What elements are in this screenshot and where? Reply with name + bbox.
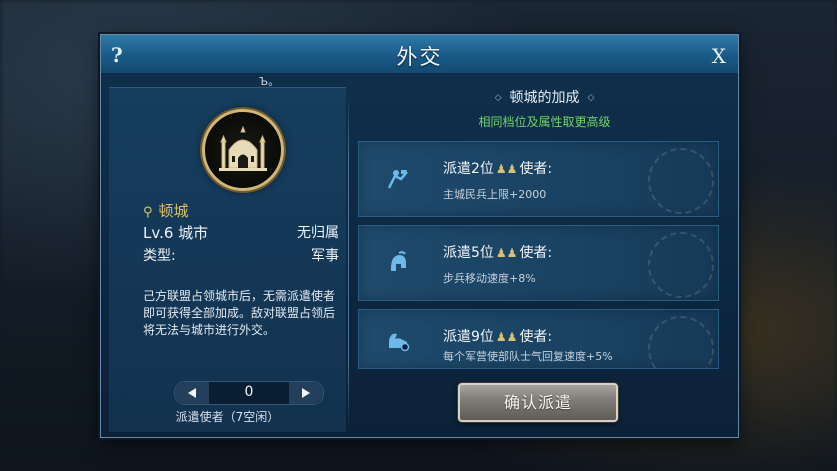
- bonus-title: 派遣9位 ♟♟ 使者:: [443, 326, 552, 346]
- bonus-description: 每个军营使部队士气回复速度+5%: [443, 350, 613, 363]
- bonus-title: 派遣5位 ♟♟ 使者:: [443, 242, 552, 262]
- diamond-left-icon: ◇: [494, 93, 502, 103]
- decrement-button[interactable]: [175, 382, 209, 404]
- triangle-right-icon: [302, 388, 310, 398]
- title-bar: ? 外交 X: [101, 35, 738, 74]
- bonus-title-suffix: 使者:: [519, 245, 553, 261]
- bonus-header: ◇ 顿城的加成 ◇: [351, 87, 738, 107]
- infantry-helmet-icon: [385, 250, 411, 276]
- bonus-card-tier-3: 派遣9位 ♟♟ 使者: 每个军营使部队士气回复速度+5%: [358, 309, 719, 369]
- envoy-group-icon: ♟♟: [495, 246, 518, 260]
- diplomacy-dialog: ? 外交 X Ъ。 ⚲ 顿城 Lv.6 城市 无归属 类型: 军事 己方联盟占领…: [100, 34, 739, 438]
- type-value: 军事: [311, 248, 339, 264]
- bonus-header-text: 顿城的加成: [509, 90, 580, 106]
- bonus-card-tier-2: 派遣5位 ♟♟ 使者: 步兵移动速度+8%: [358, 225, 719, 301]
- level-row: Lv.6 城市 无归属: [143, 222, 339, 243]
- bonus-subheader: 相同档位及属性取更高级: [478, 115, 611, 129]
- diamond-right-icon: ◇: [587, 93, 595, 103]
- dialog-title: 外交: [396, 45, 443, 69]
- bonus-title-suffix: 使者:: [519, 161, 553, 177]
- bonus-title: 派遣2位 ♟♟ 使者:: [443, 158, 552, 178]
- bonus-title-prefix: 派遣9位: [443, 329, 494, 345]
- decor-sun-icon: [648, 232, 714, 298]
- type-label: 类型:: [143, 248, 176, 264]
- close-button[interactable]: X: [712, 44, 726, 68]
- city-level: Lv.6 城市: [143, 224, 209, 242]
- confirm-dispatch-button[interactable]: 确认派遣: [458, 383, 618, 422]
- city-owner: 无归属: [297, 225, 339, 241]
- stepper-caption: 派遣使者（7空闲）: [175, 410, 280, 424]
- bonus-title-suffix: 使者:: [519, 329, 553, 345]
- type-row: 类型: 军事: [143, 245, 339, 265]
- envoy-count: 0: [244, 384, 254, 400]
- city-name-row: ⚲ 顿城: [143, 200, 189, 221]
- city-description: 己方联盟占领城市后，无需派遣使者即可获得全部加成。敌对联盟占领后将无法与城市进行…: [143, 289, 336, 337]
- city-info-panel: ⚲ 顿城 Lv.6 城市 无归属 类型: 军事 己方联盟占领城市后，无需派遣使者即…: [109, 87, 346, 432]
- morale-arm-icon: [385, 328, 411, 354]
- militia-flag-icon: [385, 166, 411, 192]
- bonus-description: 步兵移动速度+8%: [443, 272, 536, 285]
- decor-sun-icon: [648, 316, 714, 368]
- location-pin-icon: ⚲: [143, 205, 153, 220]
- city-name: 顿城: [158, 202, 189, 220]
- bonus-description: 主城民兵上限+2000: [443, 188, 547, 201]
- envoy-stepper[interactable]: 0: [174, 381, 324, 405]
- increment-button[interactable]: [289, 382, 323, 404]
- bonus-title-prefix: 派遣5位: [443, 245, 494, 261]
- bonus-card-tier-1: 派遣2位 ♟♟ 使者: 主城民兵上限+2000: [358, 141, 719, 217]
- city-emblem-icon: [202, 109, 284, 191]
- envoy-group-icon: ♟♟: [495, 330, 518, 344]
- bonus-title-prefix: 派遣2位: [443, 161, 494, 177]
- decor-sun-icon: [648, 148, 714, 214]
- envoy-group-icon: ♟♟: [495, 162, 518, 176]
- triangle-left-icon: [188, 388, 196, 398]
- panel-divider: [348, 93, 349, 429]
